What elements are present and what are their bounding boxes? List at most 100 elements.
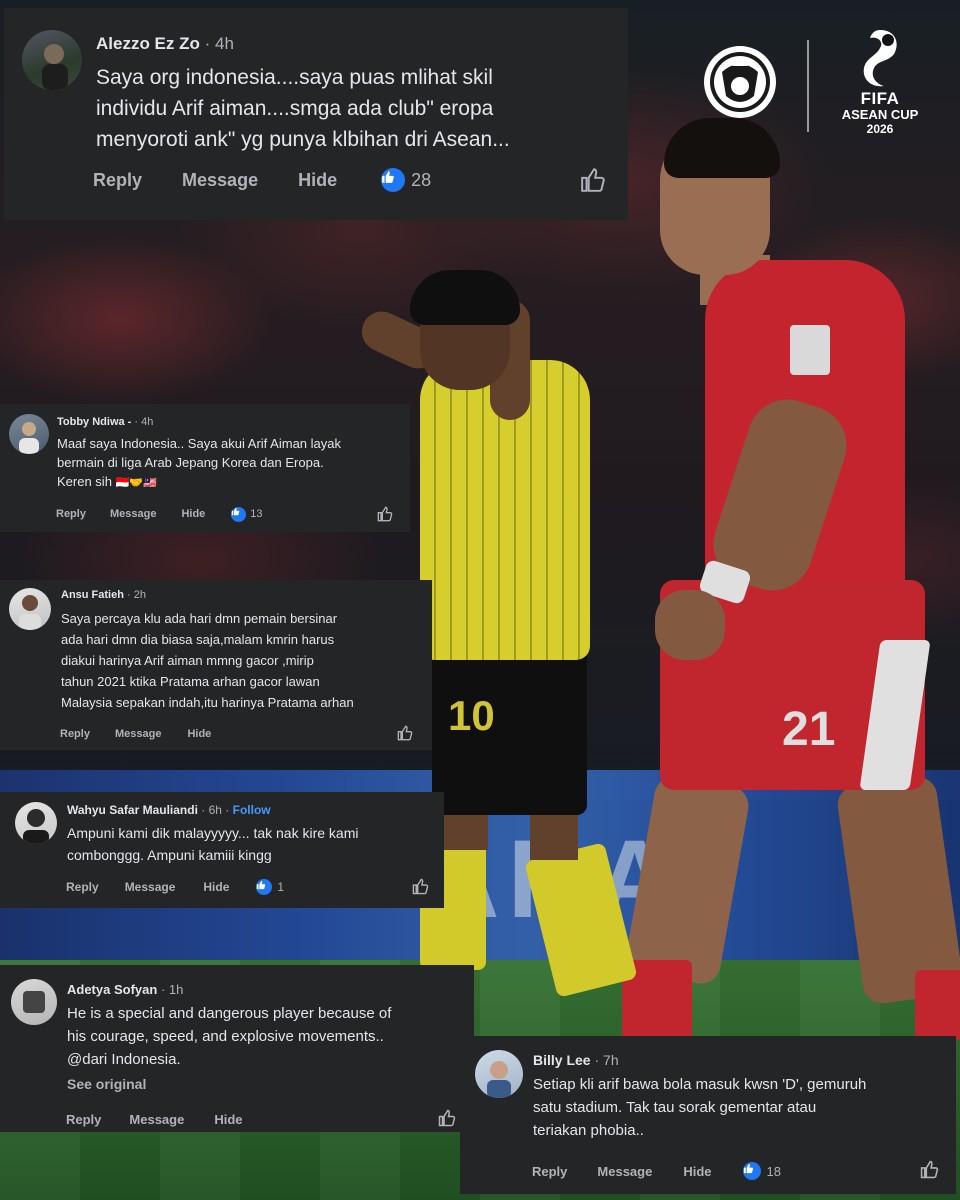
hide-button[interactable]: Hide xyxy=(683,1164,711,1179)
comment-actions: Reply Message Hide xyxy=(66,1111,243,1127)
hide-button[interactable]: Hide xyxy=(214,1112,242,1127)
fam-crest-logo xyxy=(702,42,778,134)
avatar[interactable] xyxy=(9,588,51,630)
message-button[interactable]: Message xyxy=(182,170,258,191)
comment-line: diakui harinya Arif aiman mmng gacor ,mi… xyxy=(61,653,314,668)
comment-line: He is a special and dangerous player bec… xyxy=(67,1005,392,1022)
avatar[interactable] xyxy=(9,414,49,454)
comment-actions: Reply Message Hide xyxy=(60,726,211,742)
comment-time: · 4h xyxy=(134,416,154,428)
reply-button[interactable]: Reply xyxy=(532,1164,567,1179)
commenter-name-text: Billy Lee xyxy=(533,1052,591,1068)
message-button[interactable]: Message xyxy=(115,728,161,740)
hide-button[interactable]: Hide xyxy=(298,170,337,191)
comment-card: Ansu Fatieh · 2h Saya percaya klu ada ha… xyxy=(0,580,432,750)
comment-line: Saya org indonesia....saya puas mlihat s… xyxy=(96,66,493,89)
like-button-icon[interactable] xyxy=(438,1109,456,1127)
commenter-name-text: Tobby Ndiwa - xyxy=(57,416,132,428)
comment-text: Ampuni kami dik malayyyyy... tak nak kir… xyxy=(67,822,437,866)
comment-actions: Reply Message Hide 13 xyxy=(56,506,263,522)
like-button-icon[interactable] xyxy=(920,1160,939,1179)
like-count: 13 xyxy=(250,508,263,520)
comment-actions: Reply Message Hide 1 xyxy=(66,879,284,895)
aff-logo-line2: ASEAN CUP xyxy=(841,107,919,122)
like-count: 1 xyxy=(277,880,285,894)
commenter-name-text: Ansu Fatieh xyxy=(61,589,124,601)
comment-text: Maaf saya Indonesia.. Saya akui Arif Aim… xyxy=(57,434,402,493)
comment-line: individu Arif aiman....smga ada club" er… xyxy=(96,97,494,120)
commenter-name[interactable]: Wahyu Safar Mauliandi · 6h · Follow xyxy=(67,803,271,817)
comment-card: Billy Lee · 7h Setiap kli arif bawa bola… xyxy=(460,1036,956,1194)
reply-button[interactable]: Reply xyxy=(56,508,86,520)
reply-button[interactable]: Reply xyxy=(60,728,90,740)
comment-line: satu stadium. Tak tau sorak gementar ata… xyxy=(533,1099,817,1116)
comment-line: ada hari dmn dia biasa saja,malam kmrin … xyxy=(61,632,335,647)
reply-button[interactable]: Reply xyxy=(66,1112,101,1127)
comment-line: Setiap kli arif bawa bola masuk kwsn 'D'… xyxy=(533,1076,867,1093)
message-button[interactable]: Message xyxy=(129,1112,184,1127)
comment-text: Saya org indonesia....saya puas mlihat s… xyxy=(96,62,616,155)
comment-line: Malaysia sepakan indah,itu harinya Prata… xyxy=(61,695,354,710)
like-button-icon[interactable] xyxy=(397,725,413,741)
comment-card: Adetya Sofyan · 1h He is a special and d… xyxy=(0,965,474,1132)
like-reaction-icon[interactable] xyxy=(381,168,406,192)
commenter-name[interactable]: Ansu Fatieh · 2h xyxy=(61,589,146,601)
comment-time: · 7h xyxy=(594,1052,619,1068)
follow-button[interactable]: Follow xyxy=(233,803,271,817)
asean-cup-trophy-icon xyxy=(863,30,897,87)
avatar[interactable] xyxy=(11,979,57,1025)
comment-line: Saya percaya klu ada hari dmn pemain ber… xyxy=(61,611,338,626)
comment-time: · 4h xyxy=(204,34,234,53)
comment-time: · 1h xyxy=(160,982,184,997)
comment-line: tahun 2021 ktika Pratama arhan gacor law… xyxy=(61,674,320,689)
commenter-name[interactable]: Alezzo Ez Zo · 4h xyxy=(96,34,234,54)
hide-button[interactable]: Hide xyxy=(203,880,229,894)
avatar[interactable] xyxy=(22,30,82,90)
comment-line: combonggg. Ampuni kamiii kingg xyxy=(67,847,272,863)
aff-logo-line1: FIFA xyxy=(860,89,900,108)
aff-logo-line3: 2026 xyxy=(866,122,894,136)
hide-button[interactable]: Hide xyxy=(181,508,205,520)
comment-line: his courage, speed, and explosive moveme… xyxy=(67,1028,384,1045)
like-count: 18 xyxy=(766,1163,781,1179)
comment-line: teriakan phobia.. xyxy=(533,1122,644,1139)
comment-line: Ampuni kami dik malayyyyy... tak nak kir… xyxy=(67,825,359,841)
comment-line: Keren sih 🇮🇩🤝🇲🇾 xyxy=(57,472,402,493)
avatar[interactable] xyxy=(15,802,57,844)
like-button-icon[interactable] xyxy=(580,167,606,193)
like-reaction-icon[interactable] xyxy=(256,879,273,895)
comment-card: Wahyu Safar Mauliandi · 6h · Follow Ampu… xyxy=(0,792,444,908)
see-original-link[interactable]: See original xyxy=(67,1076,146,1092)
avatar[interactable] xyxy=(475,1050,523,1098)
comment-time: · 6h · xyxy=(201,803,230,817)
commenter-name[interactable]: Billy Lee · 7h xyxy=(533,1052,619,1068)
commenter-name[interactable]: Tobby Ndiwa - · 4h xyxy=(57,416,153,428)
comment-card: Alezzo Ez Zo · 4h Saya org indonesia....… xyxy=(4,8,628,220)
comment-actions: Reply Message Hide 18 xyxy=(532,1162,781,1180)
comment-line: menyoroti ank" yg punya klbihan dri Asea… xyxy=(96,128,510,151)
comment-card: Tobby Ndiwa - · 4h Maaf saya Indonesia..… xyxy=(0,404,410,532)
message-button[interactable]: Message xyxy=(125,880,176,894)
like-button-icon[interactable] xyxy=(377,506,393,522)
like-reaction-icon[interactable] xyxy=(742,1162,761,1180)
like-reaction-icon[interactable] xyxy=(231,506,247,522)
reply-button[interactable]: Reply xyxy=(93,170,142,191)
commenter-name-text: Alezzo Ez Zo xyxy=(96,34,200,53)
like-button-icon[interactable] xyxy=(412,878,429,895)
like-count: 28 xyxy=(411,169,432,190)
comment-line: @dari Indonesia. xyxy=(67,1051,181,1068)
comment-text: He is a special and dangerous player bec… xyxy=(67,1002,467,1071)
commenter-name-text: Adetya Sofyan xyxy=(67,982,158,997)
comment-actions: Reply Message Hide 28 xyxy=(93,168,431,192)
comment-time: · 2h xyxy=(127,589,146,601)
comment-line-text: Keren sih xyxy=(57,474,112,489)
fifa-asean-cup-logo: FIFA ASEAN CUP 2026 xyxy=(832,28,928,150)
comment-line: bermain di liga Arab Jepang Korea dan Er… xyxy=(57,455,324,470)
commenter-name[interactable]: Adetya Sofyan · 1h xyxy=(67,982,183,997)
reply-button[interactable]: Reply xyxy=(66,880,99,894)
message-button[interactable]: Message xyxy=(597,1164,652,1179)
message-button[interactable]: Message xyxy=(110,508,156,520)
comment-text: Setiap kli arif bawa bola masuk kwsn 'D'… xyxy=(533,1073,948,1142)
hide-button[interactable]: Hide xyxy=(187,728,211,740)
flag-emojis: 🇮🇩🤝🇲🇾 xyxy=(115,477,157,489)
